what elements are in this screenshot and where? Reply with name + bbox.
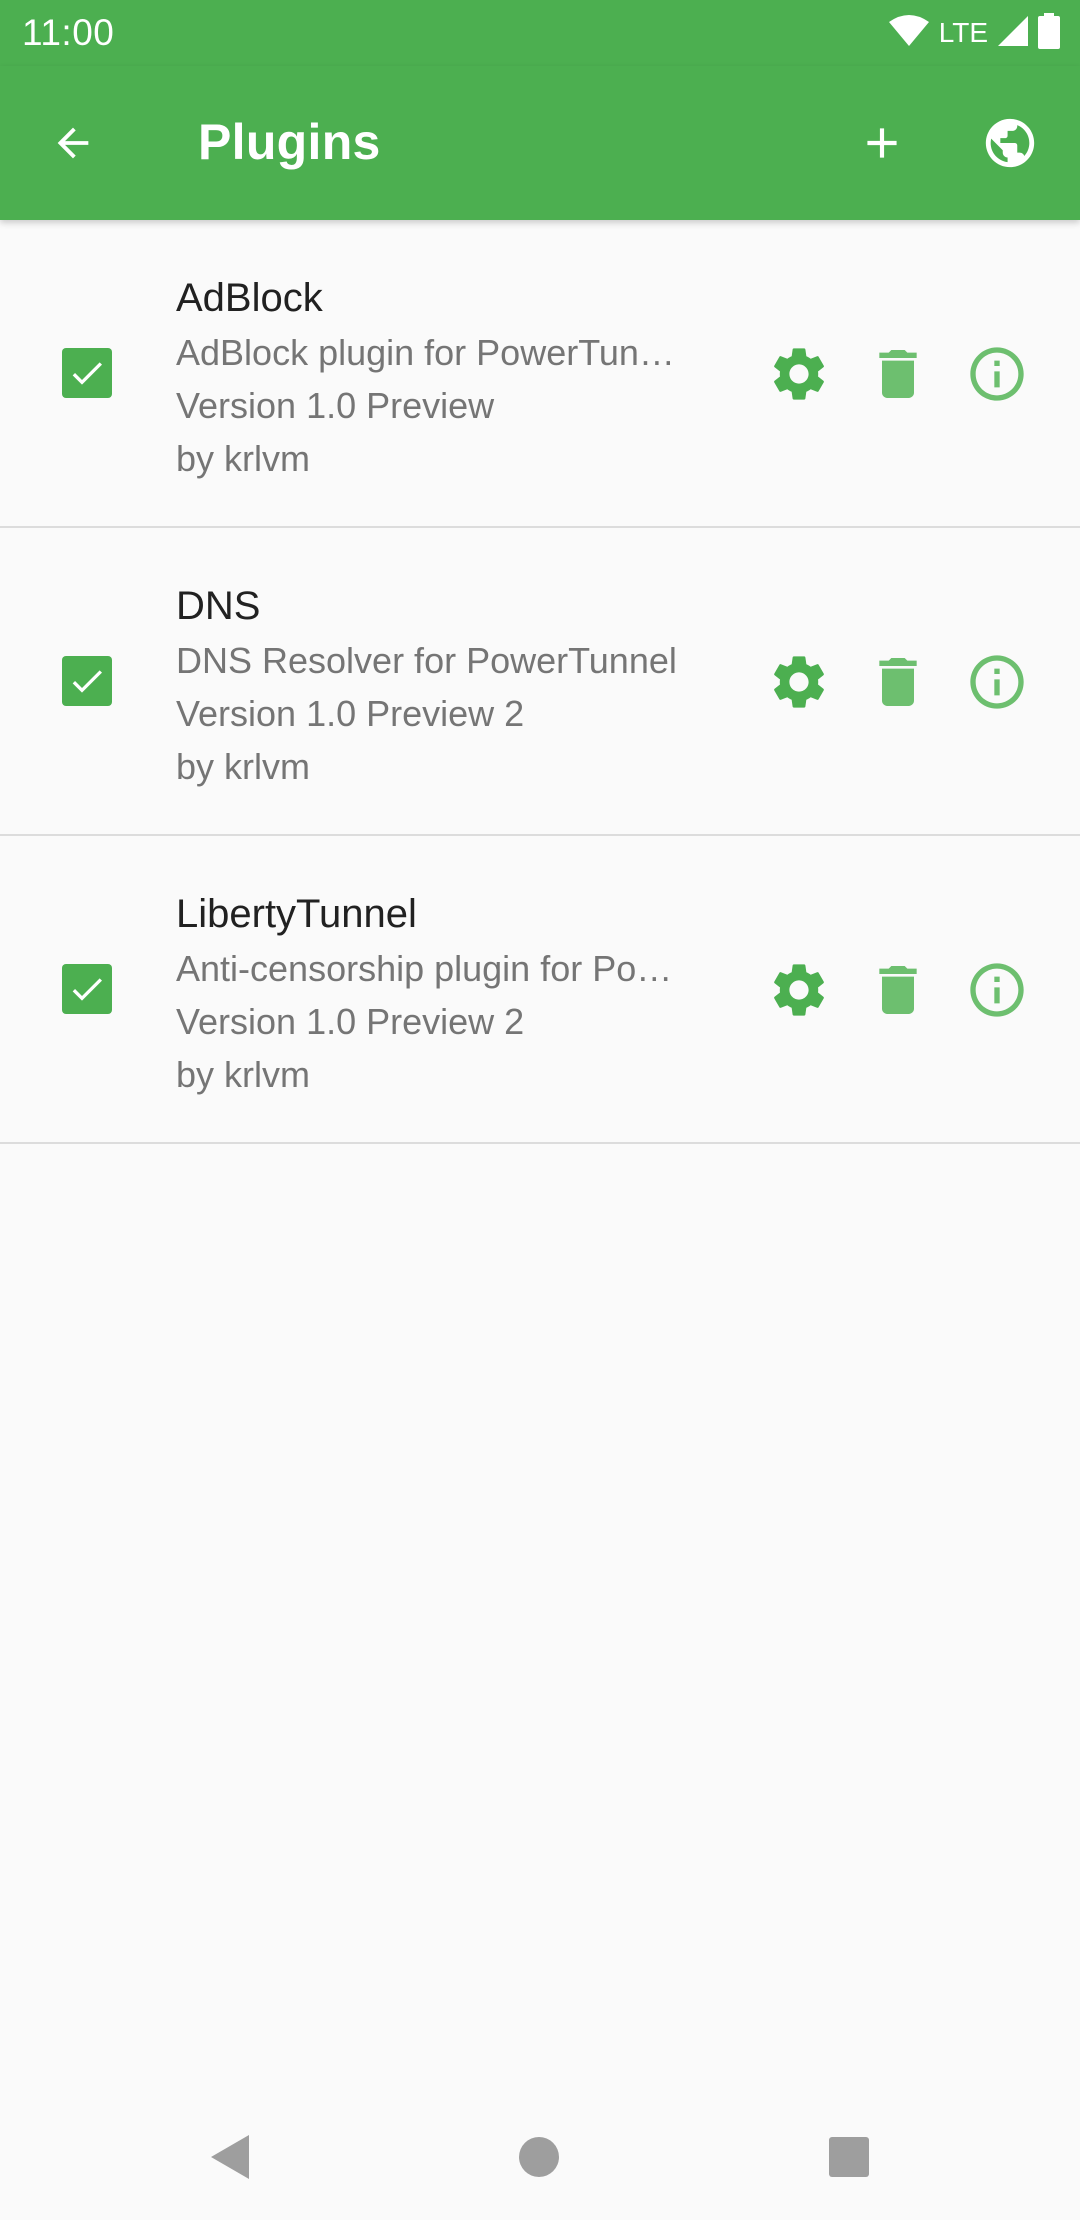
plugin-delete-button[interactable] [866,650,930,714]
plugin-info-button[interactable] [965,342,1029,406]
status-time: 11:00 [22,12,115,53]
check-icon [72,362,102,385]
wifi-icon [888,14,929,53]
back-button[interactable] [42,112,104,174]
recents-square-icon [829,2137,869,2177]
status-bar: 11:00 LTE [0,0,1080,66]
battery-icon [1038,12,1060,54]
plugin-details: DNS DNS Resolver for PowerTunnel Version… [176,578,716,793]
plus-icon [867,128,897,158]
plugin-description: AdBlock plugin for PowerTun… [176,332,675,373]
gear-icon [774,656,824,708]
screen: 11:00 LTE Plugins AdBlock AdBlock plugin… [0,0,1080,2220]
plugin-details: AdBlock AdBlock plugin for PowerTun… Ver… [176,270,716,485]
plugin-enabled-checkbox[interactable] [62,964,112,1014]
plugin-info-button[interactable] [965,958,1029,1022]
gear-icon [774,348,824,400]
check-icon [72,978,102,1001]
plugin-registry-button[interactable] [978,111,1042,175]
plugin-author: by krlvm [176,438,310,479]
globe-icon [985,118,1035,168]
plugin-version: Version 1.0 Preview 2 [176,693,525,734]
back-triangle-icon [211,2135,249,2179]
plugin-author: by krlvm [176,746,310,787]
navigation-bar [0,2094,1080,2220]
arrow-left-icon [57,127,89,159]
info-icon [970,655,1024,709]
plugin-row-adblock[interactable]: AdBlock AdBlock plugin for PowerTun… Ver… [0,220,1080,528]
plugin-version: Version 1.0 Preview [176,385,495,426]
plugin-name: LibertyTunnel [176,892,417,936]
nav-recents-button[interactable] [816,2124,882,2190]
nav-back-button[interactable] [196,2124,262,2190]
plugin-delete-button[interactable] [866,342,930,406]
app-bar: Plugins [0,66,1080,220]
plugin-settings-button[interactable] [767,342,831,406]
info-icon [970,963,1024,1017]
network-type: LTE [938,17,988,48]
plugin-info-button[interactable] [965,650,1029,714]
plugin-version: Version 1.0 Preview 2 [176,1001,525,1042]
check-icon [72,670,102,693]
plugin-description: Anti-censorship plugin for Po… [176,948,673,989]
trash-icon [879,966,917,1014]
nav-home-button[interactable] [506,2124,572,2190]
status-icons: LTE [888,12,1060,54]
plugin-description: DNS Resolver for PowerTunnel [176,640,677,681]
plugin-enabled-checkbox[interactable] [62,656,112,706]
trash-icon [879,350,917,398]
plugin-author: by krlvm [176,1054,310,1095]
plugin-details: LibertyTunnel Anti-censorship plugin for… [176,886,716,1101]
plugin-row-libertytunnel[interactable]: LibertyTunnel Anti-censorship plugin for… [0,836,1080,1144]
plugin-settings-button[interactable] [767,650,831,714]
plugin-name: DNS [176,584,261,628]
plugin-delete-button[interactable] [866,958,930,1022]
plugin-list: AdBlock AdBlock plugin for PowerTun… Ver… [0,220,1080,1144]
signal-icon [996,14,1030,53]
plugin-settings-button[interactable] [767,958,831,1022]
page-title: Plugins [198,114,381,170]
info-icon [970,347,1024,401]
add-plugin-button[interactable] [850,111,914,175]
plugin-name: AdBlock [176,276,323,320]
home-circle-icon [519,2137,559,2177]
gear-icon [774,964,824,1016]
trash-icon [879,658,917,706]
plugin-row-dns[interactable]: DNS DNS Resolver for PowerTunnel Version… [0,528,1080,836]
plugin-enabled-checkbox[interactable] [62,348,112,398]
